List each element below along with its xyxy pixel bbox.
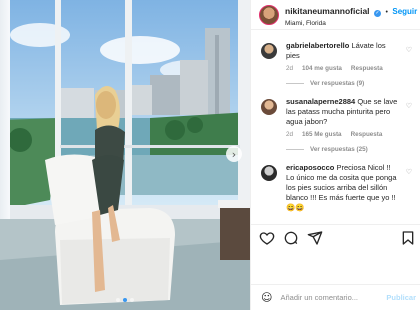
slide-dot [116, 298, 120, 302]
next-slide-button[interactable]: › [226, 146, 242, 162]
comment-like-icon[interactable]: ♡ [406, 102, 412, 110]
comment-item: ericaposocco Preciosa Nicol !! Lo único … [251, 163, 420, 213]
comment-like-icon[interactable]: ♡ [406, 46, 412, 54]
comment-icon[interactable] [283, 230, 299, 246]
separator: • [385, 8, 388, 16]
view-replies-label: Ver respuestas (25) [310, 146, 368, 153]
slide-dot [130, 298, 134, 302]
comment-like-icon[interactable]: ♡ [406, 168, 412, 176]
view-replies-button[interactable]: Ver respuestas (9) [286, 80, 400, 87]
comment-likes[interactable]: 104 me gusta [302, 65, 342, 72]
comment-time: 2d [286, 131, 294, 138]
slide-indicator [0, 298, 250, 302]
comment-likes[interactable]: 165 Me gusta [302, 131, 342, 138]
comment-username[interactable]: ericaposocco [286, 163, 334, 172]
publish-button[interactable]: Publicar [386, 293, 416, 302]
view-replies-label: Ver respuestas (9) [310, 80, 365, 87]
comment-username[interactable]: susanalaperne2884 [286, 97, 355, 106]
comment-text: susanalaperne2884 Que se lave las patass… [286, 97, 400, 127]
post-actions-bar [251, 224, 420, 250]
comment-time: 2d [286, 65, 294, 72]
post-image [0, 0, 250, 310]
comment-username[interactable]: gabrielabertorello [286, 41, 349, 50]
slide-dot-active [123, 298, 127, 302]
follow-button[interactable]: Seguir [392, 7, 417, 16]
comment-avatar[interactable] [261, 165, 277, 181]
post-header: nikitaneumannoficial ✓ • Seguir Miami, F… [251, 0, 420, 30]
post-location[interactable]: Miami, Florida [285, 20, 417, 28]
heart-icon[interactable] [259, 230, 275, 246]
reply-button[interactable]: Respuesta [351, 131, 383, 138]
bookmark-icon[interactable] [400, 230, 416, 246]
comment-input[interactable] [280, 293, 371, 302]
comment-item: gabrielabertorello Lávate los pies 2d 10… [251, 41, 420, 87]
comment-text: gabrielabertorello Lávate los pies [286, 41, 400, 61]
comment-list: gabrielabertorello Lávate los pies 2d 10… [251, 31, 420, 221]
post-side-panel: nikitaneumannoficial ✓ • Seguir Miami, F… [250, 0, 420, 310]
add-comment-bar: ☺ Publicar [251, 284, 420, 310]
comment-item: susanalaperne2884 Que se lave las patass… [251, 97, 420, 153]
view-replies-button[interactable]: Ver respuestas (25) [286, 146, 400, 153]
comment-meta: 2d 165 Me gusta Respuesta [286, 131, 400, 138]
comment-text: ericaposocco Preciosa Nicol !! Lo único … [286, 163, 400, 213]
post-photo[interactable]: › [0, 0, 250, 310]
author-info: nikitaneumannoficial ✓ • Seguir Miami, F… [285, 2, 417, 28]
author-username[interactable]: nikitaneumannoficial [285, 6, 370, 16]
emoji-icon[interactable]: ☺ [261, 291, 272, 304]
verified-badge-icon: ✓ [374, 9, 381, 17]
author-avatar[interactable] [259, 4, 279, 25]
comment-meta: 2d 104 me gusta Respuesta [286, 65, 400, 72]
replies-divider [286, 83, 304, 84]
comment-avatar[interactable] [261, 99, 277, 115]
comment-avatar[interactable] [261, 43, 277, 59]
reply-button[interactable]: Respuesta [351, 65, 383, 72]
share-icon[interactable] [307, 230, 323, 246]
replies-divider [286, 149, 304, 150]
